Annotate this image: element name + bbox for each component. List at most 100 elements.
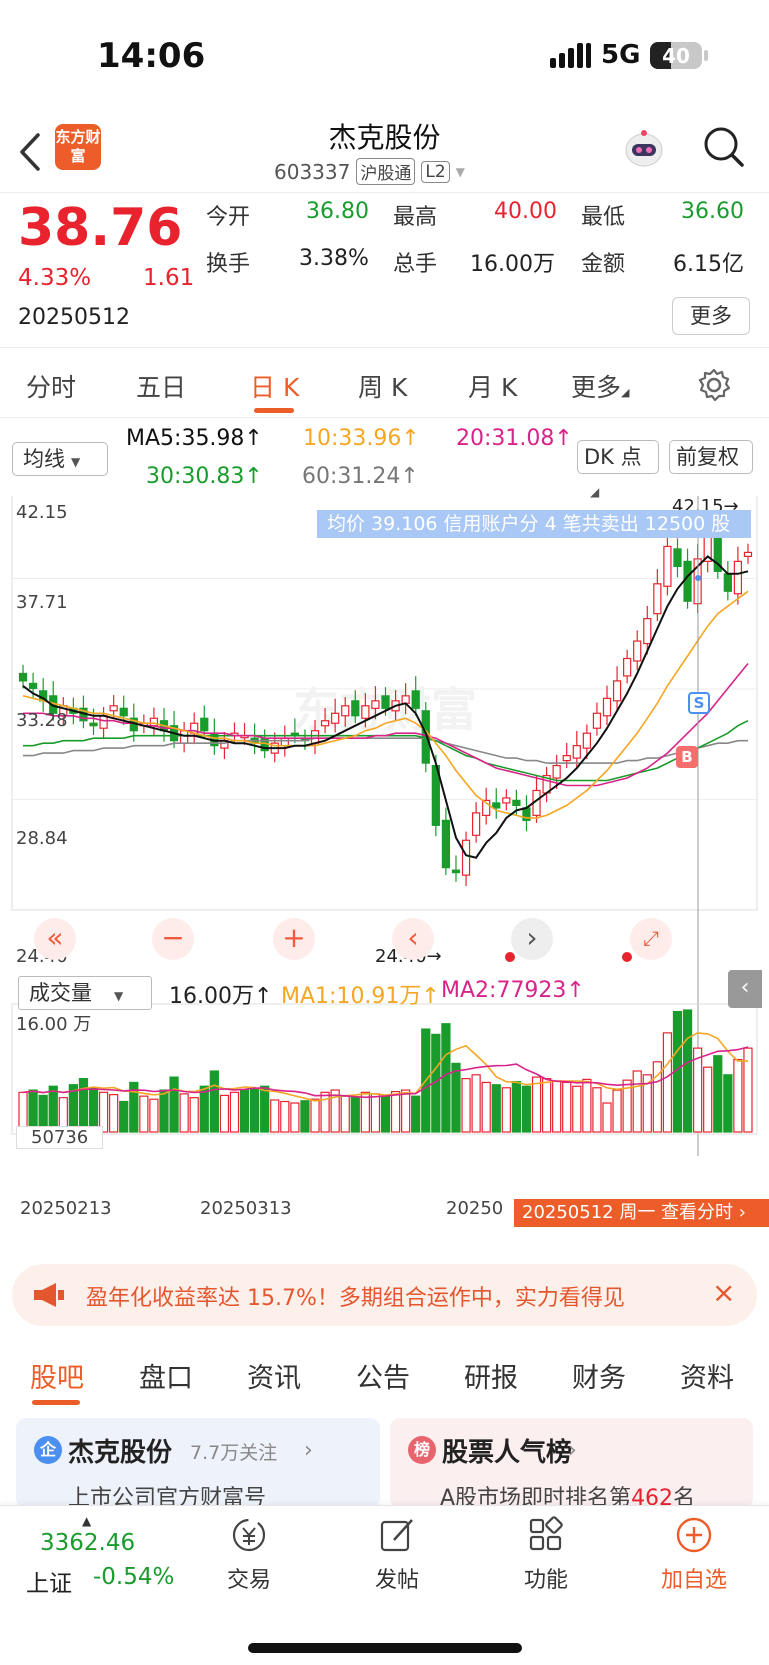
candle-body <box>733 560 743 595</box>
more-quote-button[interactable]: 更多 <box>672 297 750 335</box>
volume-bar <box>582 1078 592 1133</box>
indicator-dot <box>622 952 632 962</box>
dropdown-arrow-icon: ▼ <box>114 989 124 1003</box>
promo-banner[interactable]: 盈年化收益率达 15.7%！多期组合运作中，实力看得见 × <box>12 1264 757 1326</box>
volume-bar <box>260 1085 270 1133</box>
tab-finance[interactable]: 财务 <box>572 1356 626 1395</box>
kline-svg[interactable]: 东方财富 <box>0 496 769 1256</box>
clock: 14:06 <box>97 36 206 76</box>
card-title: 股票人气榜 <box>442 1438 573 1468</box>
ma30-value: 30:30.83↑ <box>146 464 263 489</box>
volume-bar <box>209 1070 219 1133</box>
sell-marker[interactable]: S <box>688 692 710 714</box>
volume-bar <box>199 1085 209 1133</box>
add-watchlist-button[interactable]: 加自选 <box>644 1516 744 1594</box>
active-section-indicator <box>32 1400 80 1405</box>
view-intraday-tip[interactable]: 20250512 周一 查看分时 › <box>514 1199 769 1227</box>
zoom-out-button[interactable]: − <box>152 918 194 960</box>
ma-toolbar: 均线 ▼ MA5:35.98↑ 10:33.96↑ 20:31.08↑ 30:30… <box>0 418 769 499</box>
volume-bar <box>703 1066 713 1133</box>
level2-tag: L2 <box>421 160 450 183</box>
tab-five-day[interactable]: 五日 <box>136 368 186 404</box>
volume-indicator-select[interactable]: 成交量 ▼ <box>18 976 152 1010</box>
crosshair-dot <box>695 575 701 581</box>
assistant-robot-icon[interactable] <box>620 124 668 172</box>
candle-body <box>633 640 642 662</box>
tab-daily-k[interactable]: 日 K <box>250 368 299 404</box>
tab-orderbook[interactable]: 盘口 <box>139 1356 193 1395</box>
caret-icon: ◢ <box>621 386 630 399</box>
tab-research[interactable]: 研报 <box>464 1356 518 1395</box>
chevron-right-icon: › <box>568 1438 577 1463</box>
rank-chart-icon: 榜 <box>408 1436 436 1464</box>
tab-news[interactable]: 资讯 <box>247 1356 301 1395</box>
buy-marker[interactable]: B <box>676 746 698 768</box>
stock-code: 603337 <box>274 159 351 184</box>
tab-forum[interactable]: 股吧 <box>30 1356 84 1395</box>
battery-nub <box>704 50 708 61</box>
tab-weekly-k[interactable]: 周 K <box>358 368 407 404</box>
volume-bar <box>632 1070 642 1133</box>
y-tick-4: 28.84 <box>16 828 68 849</box>
volume-toolbar: 成交量 ▼ 16.00万↑ MA1:10.91万↑ MA2:77923↑ <box>0 976 769 1020</box>
dk-point-select[interactable]: DK 点◢ <box>577 440 659 499</box>
chevron-right-icon: › <box>304 1438 313 1463</box>
dropdown-arrow-icon: ▼ <box>71 455 81 469</box>
candle-body <box>119 707 128 717</box>
tab-profile[interactable]: 资料 <box>680 1356 734 1395</box>
candle-body <box>371 700 380 709</box>
trade-button[interactable]: 交易 <box>199 1516 299 1594</box>
close-icon[interactable]: × <box>712 1276 735 1309</box>
official-account-card[interactable]: 企 杰克股份 7.7万关注 › 上市公司官方财富号 <box>16 1418 380 1508</box>
volume-bar <box>119 1100 129 1133</box>
index-change[interactable]: -0.54% <box>93 1564 174 1590</box>
popularity-rank-card[interactable]: 榜 股票人气榜 › A股市场即时排名第462名 <box>390 1418 753 1508</box>
tab-monthly-k[interactable]: 月 K <box>468 368 517 404</box>
change-value: 1.61 <box>143 265 195 291</box>
volume-bar <box>682 1009 693 1133</box>
volume-bar <box>390 1090 401 1133</box>
open-value: 36.80 <box>306 199 369 224</box>
index-value[interactable]: 3362.46 <box>40 1530 135 1556</box>
post-button[interactable]: 发帖 <box>347 1516 447 1594</box>
scroll-right-button[interactable]: › <box>511 918 553 960</box>
tab-more[interactable]: 更多◢ <box>571 368 629 404</box>
volume-bar <box>692 1047 703 1133</box>
scroll-left-fast-button[interactable]: « <box>34 918 76 960</box>
volume-bar <box>380 1094 391 1133</box>
function-button[interactable]: 功能 <box>496 1516 596 1594</box>
view-intraday-label: 20250512 周一 查看分时 <box>522 1202 734 1223</box>
volume-bar <box>179 1093 189 1133</box>
ma60-value: 60:31.24↑ <box>302 464 419 489</box>
volume-bar <box>531 1076 542 1133</box>
scroll-left-button[interactable]: ‹ <box>392 918 434 960</box>
tab-intraday[interactable]: 分时 <box>26 368 76 404</box>
volume-bar <box>290 1102 300 1133</box>
stock-code-row[interactable]: 603337 沪股通 L2 ▼ <box>274 158 465 185</box>
y-tick-1: 42.15 <box>16 502 68 523</box>
candle-body <box>180 730 189 744</box>
candle-body <box>351 700 360 717</box>
fullscreen-button[interactable]: ⤢ <box>630 918 672 960</box>
candle-body <box>461 839 471 876</box>
volume-bar <box>310 1098 320 1133</box>
collapse-panel-button[interactable]: ‹ <box>728 970 762 1008</box>
candle-body <box>492 802 501 809</box>
adjust-select[interactable]: 前复权 <box>669 440 753 474</box>
volume-bar <box>229 1091 240 1133</box>
kline-chart[interactable]: 东方财富 42.15 37.71 33.28 28.84 24.40 42.15… <box>0 496 769 1256</box>
zoom-in-button[interactable]: + <box>273 918 315 960</box>
volume-bar <box>360 1091 370 1133</box>
tab-announcements[interactable]: 公告 <box>356 1356 410 1395</box>
search-icon[interactable] <box>703 126 745 168</box>
volume-bar <box>662 1032 673 1133</box>
gear-icon[interactable] <box>697 368 731 402</box>
candle-body <box>451 869 461 874</box>
candle-body <box>683 560 692 602</box>
amount-label: 金额 <box>581 252 626 277</box>
volume-label: 总手 <box>393 252 438 277</box>
index-name[interactable]: 上证 <box>26 1564 72 1598</box>
indicator-select[interactable]: 均线 ▼ <box>12 442 108 476</box>
candle-body <box>572 745 581 759</box>
volume-bar <box>219 1094 230 1133</box>
